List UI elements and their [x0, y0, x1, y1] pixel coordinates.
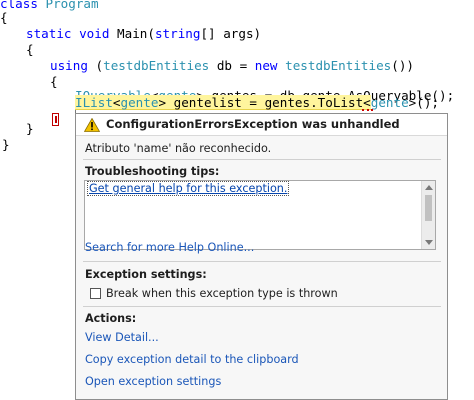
code-line-brace[interactable]: { [0, 10, 8, 26]
code-line-class[interactable]: class Program [0, 0, 99, 12]
search-help-online-link[interactable]: Search for more Help Online... [85, 241, 254, 254]
code-text: ()) [391, 58, 415, 73]
exception-title: ConfigurationErrorsException was unhandl… [106, 117, 400, 131]
type-name: gente [120, 95, 159, 110]
break-on-throw-checkbox[interactable] [90, 288, 101, 299]
keyword: static [26, 26, 72, 41]
exception-settings-title: Exception settings: [85, 268, 207, 281]
code-line-using[interactable]: using (testdbEntities db = new testdbEnt… [50, 58, 414, 74]
code-text: gentelist = gentes.ToList< [166, 95, 371, 110]
tips-scrollbar[interactable] [421, 181, 435, 249]
type-name: gente [370, 95, 409, 110]
tip-help-link[interactable]: Get general help for this exception. [87, 181, 290, 196]
exception-helper-popup: ConfigurationErrorsException was unhandl… [75, 113, 448, 400]
scroll-down-icon[interactable] [425, 240, 433, 245]
code-line-brace[interactable]: { [26, 42, 34, 58]
code-text: > [158, 95, 167, 110]
divider [83, 159, 441, 160]
view-detail-link[interactable]: View Detail... [85, 331, 159, 344]
code-line-main[interactable]: static void Main(string[] args) [26, 26, 261, 42]
break-on-throw-label[interactable]: Break when this exception type is thrown [106, 287, 338, 300]
code-text: [] args) [200, 26, 262, 41]
popup-header: ConfigurationErrorsException was unhandl… [76, 114, 447, 136]
code-line-brace[interactable]: { [50, 74, 58, 90]
divider [83, 261, 441, 262]
type-name: testdbEntities [285, 58, 392, 73]
actions-title: Actions: [85, 312, 137, 325]
code-line-brace[interactable]: } [26, 121, 34, 137]
error-squiggle [362, 108, 373, 111]
type-name: testdbEntities [103, 58, 210, 73]
type-name: IList [75, 95, 113, 110]
code-text: db = [209, 58, 255, 73]
divider [83, 306, 441, 307]
keyword: using [50, 58, 88, 73]
keyword: string [154, 26, 201, 41]
code-text: >(); [408, 95, 440, 110]
open-exception-settings-link[interactable]: Open exception settings [85, 375, 221, 388]
scroll-up-icon[interactable] [425, 185, 433, 190]
code-line-ilist[interactable]: IList<gente> gentelist = gentes.ToList<g… [75, 95, 439, 111]
scroll-thumb[interactable] [425, 195, 432, 221]
error-margin-icon[interactable] [52, 113, 59, 126]
copy-exception-detail-link[interactable]: Copy exception detail to the clipboard [85, 353, 299, 366]
exception-message: Atributo 'name' não reconhecido. [85, 142, 272, 155]
code-line-brace[interactable]: } [2, 137, 10, 153]
troubleshooting-title: Troubleshooting tips: [85, 165, 220, 178]
warning-icon [84, 118, 100, 132]
troubleshooting-tips-list[interactable]: Get general help for this exception. [84, 180, 436, 250]
code-text: Main( [117, 26, 155, 41]
keyword: new [254, 58, 278, 73]
code-text: ( [95, 58, 104, 73]
type-name: Program [45, 0, 99, 11]
keyword: void [79, 26, 110, 41]
code-text: < [112, 95, 121, 110]
